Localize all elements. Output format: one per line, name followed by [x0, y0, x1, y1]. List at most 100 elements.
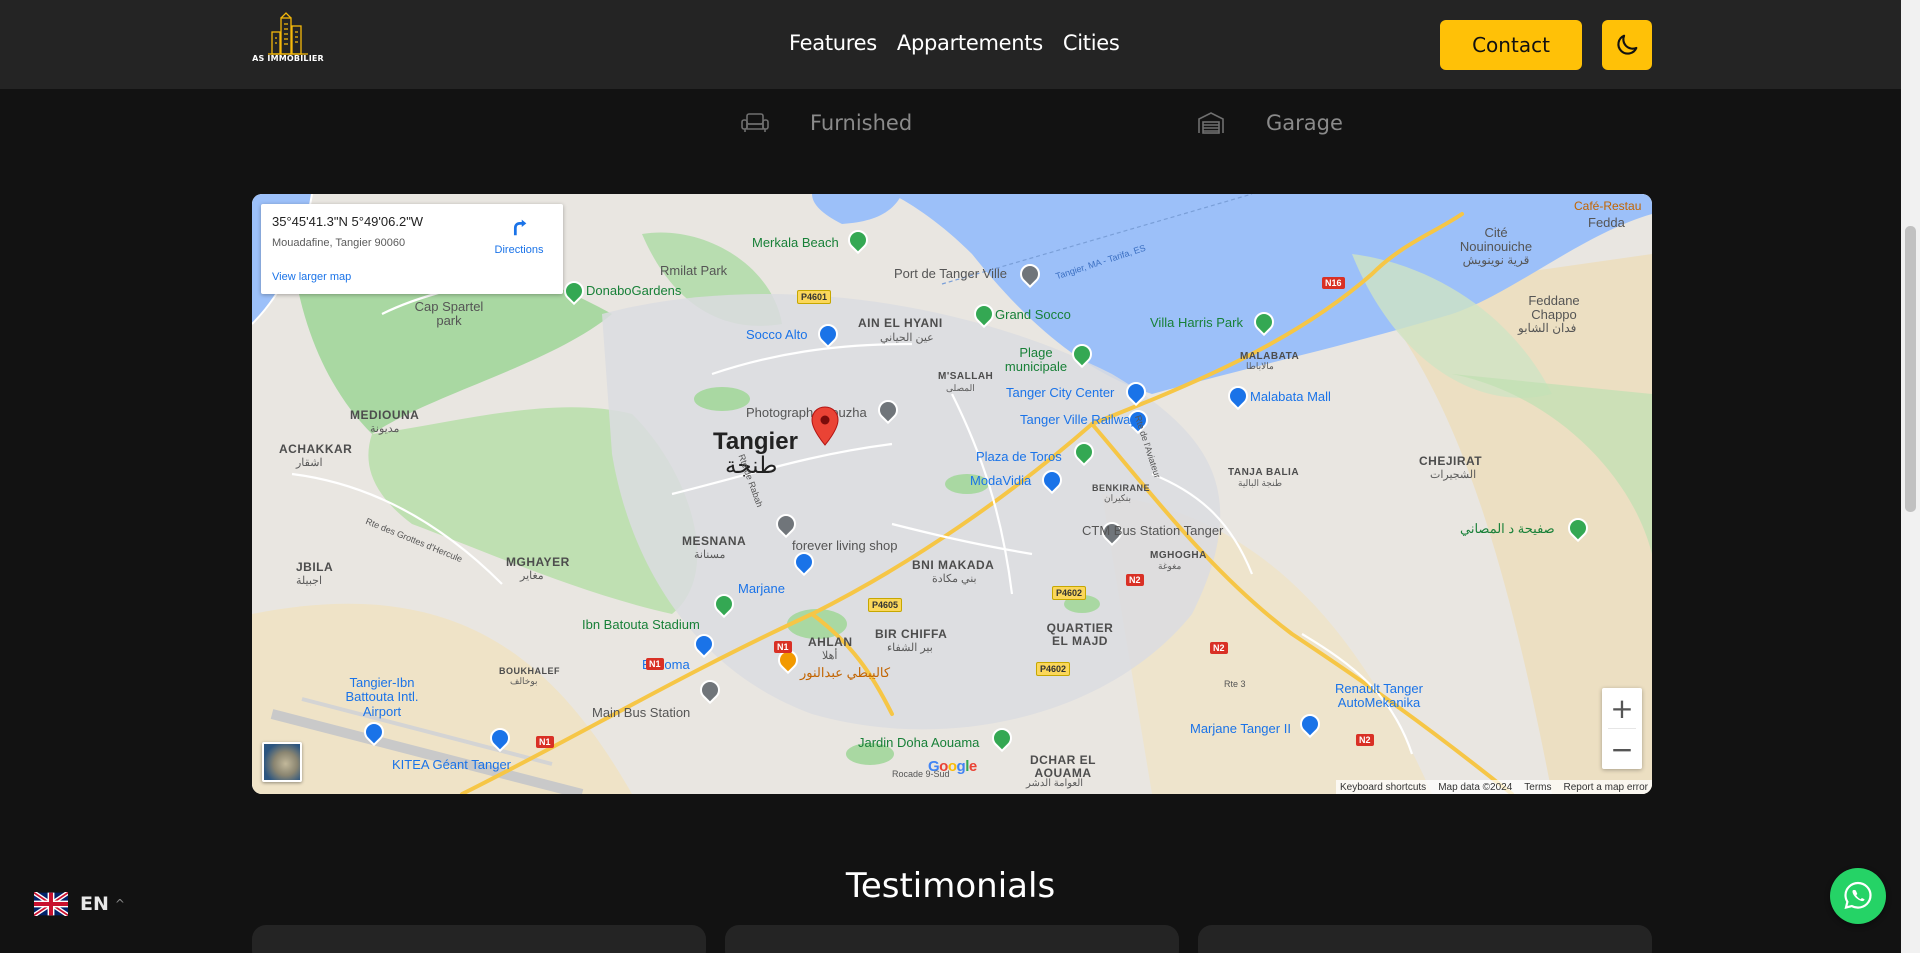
poi-label[interactable]: Cité Nouinouiche [1456, 225, 1536, 255]
site-header: AS IMMOBILIER Features Appartements Citi… [0, 0, 1901, 89]
whatsapp-button[interactable] [1830, 868, 1886, 924]
map-area-label: MGHAYER [506, 555, 570, 569]
poi-label[interactable]: كاليبطي عبدالنور [800, 665, 890, 680]
poi-label[interactable]: Rmilat Park [660, 263, 727, 278]
testimonial-card [1198, 925, 1652, 953]
directions-button[interactable]: Directions [489, 216, 549, 256]
poi-label[interactable]: صفيحة د المصاني [1460, 521, 1555, 536]
poi-label[interactable]: Tanger City Center [1006, 385, 1114, 400]
poi-label[interactable]: قرية نوينويش [1460, 253, 1532, 267]
garage-icon [1196, 110, 1226, 136]
poi-label[interactable]: Socco Alto [746, 327, 807, 342]
map-area-label-ar: بير الشفاء [887, 642, 933, 654]
poi-label[interactable]: فدان الشابو [1518, 321, 1576, 335]
scrollbar-thumb[interactable] [1905, 226, 1916, 512]
road-badge: P4605 [868, 598, 903, 612]
map-area-label: QUARTIER EL MAJD [1046, 621, 1114, 649]
contact-button[interactable]: Contact [1440, 20, 1582, 70]
map-area-label-ar: اشقار [296, 457, 323, 469]
directions-label: Directions [494, 244, 544, 256]
map-area-label: MEDIOUNA [350, 408, 420, 422]
view-larger-map-link[interactable]: View larger map [272, 271, 351, 283]
map-area-label: TANJA BALIA [1228, 467, 1300, 478]
poi-label[interactable]: Tangier-Ibn Battouta Intl. Airport [342, 675, 422, 719]
theme-toggle-button[interactable] [1602, 20, 1652, 70]
poi-label[interactable]: forever living shop [792, 538, 898, 553]
poi-label[interactable]: ModaVidia [970, 473, 1031, 488]
poi-label[interactable]: Plage municipale [1000, 345, 1072, 375]
map-coordinates: 35°45'41.3"N 5°49'06.2"W [272, 214, 424, 229]
map-address: Mouadafine, Tangier 90060 [272, 237, 406, 249]
terms-link[interactable]: Terms [1524, 782, 1551, 793]
location-marker-icon[interactable] [811, 406, 839, 446]
map-area-label-ar: بنكيران [1104, 493, 1131, 503]
poi-label[interactable]: Marjane [738, 581, 785, 596]
whatsapp-icon [1844, 881, 1872, 909]
moon-icon [1617, 34, 1638, 55]
map-area-label: ACHAKKAR [279, 442, 353, 456]
poi-label[interactable]: CTM Bus Station Tanger [1082, 523, 1223, 538]
nav-appartements[interactable]: Appartements [897, 31, 1043, 55]
language-switcher[interactable]: EN ^ [34, 892, 125, 916]
poi-label[interactable]: Café-Restau [1574, 199, 1641, 213]
road-badge: N1 [536, 736, 554, 748]
poi-label[interactable]: Plaza de Toros [976, 449, 1062, 464]
poi-label[interactable]: Cap Spartel park [414, 299, 484, 329]
road-badge: N16 [1322, 277, 1345, 289]
map-area-label-ar: بوخالف [510, 676, 538, 686]
map-area-label: AHLAN [808, 635, 853, 649]
zoom-in-button[interactable]: + [1602, 688, 1642, 728]
main-nav: Features Appartements Cities [789, 31, 1120, 55]
poi-label[interactable]: Port de Tanger Ville [894, 266, 1007, 281]
report-error-link[interactable]: Report a map error [1564, 782, 1648, 793]
nav-cities[interactable]: Cities [1063, 31, 1120, 55]
zoom-control: + − [1602, 688, 1642, 769]
poi-label[interactable]: DonaboGardens [586, 283, 681, 298]
poi-label[interactable]: Feddane Chappo [1520, 293, 1588, 323]
language-code: EN [80, 893, 109, 915]
zoom-out-button[interactable]: − [1602, 729, 1642, 769]
map-area-label-ar: بني مكادة [932, 573, 977, 585]
building-logo-icon [268, 12, 308, 55]
logo[interactable]: AS IMMOBILIER [252, 12, 324, 72]
map-area-label: BNI MAKADA [912, 558, 995, 572]
map-area-label: JBILA [296, 560, 334, 574]
road-badge: N2 [1356, 734, 1374, 746]
map-area-label-ar: عين الحياني [880, 332, 934, 344]
poi-label[interactable]: Villa Harris Park [1150, 315, 1243, 330]
keyboard-shortcuts-link[interactable]: Keyboard shortcuts [1340, 782, 1426, 793]
poi-label[interactable]: Malabata Mall [1250, 389, 1331, 404]
logo-text: AS IMMOBILIER [252, 54, 324, 63]
poi-label[interactable]: Tanger Ville Railway [1020, 412, 1137, 427]
poi-label[interactable]: Marjane Tanger II [1190, 721, 1291, 736]
map-area-label-ar: مسنانة [694, 549, 726, 561]
map-area-label-ar: مالاباطا [1246, 361, 1274, 371]
location-map[interactable]: Tangier طنجة AIN EL HYANI عين الحياني M'… [252, 194, 1652, 794]
poi-label[interactable]: Photographe nouzha [746, 405, 867, 420]
testimonial-card [252, 925, 706, 953]
map-area-label: AIN EL HYANI [858, 316, 943, 330]
page-scrollbar[interactable] [1901, 0, 1920, 953]
map-area-label: DCHAR EL AOUAMA [1030, 753, 1096, 781]
map-data-link[interactable]: Map data ©2024 [1438, 782, 1512, 793]
poi-label[interactable]: Fedda [1588, 215, 1625, 230]
poi-label[interactable]: Renault Tanger AutoMekanika [1324, 681, 1434, 711]
poi-label[interactable]: Ibn Batouta Stadium [582, 617, 700, 632]
poi-label[interactable]: Jardin Doha Aouama [858, 735, 979, 750]
satellite-toggle[interactable] [262, 742, 302, 782]
map-area-label-ar: مغوغة [1158, 561, 1182, 571]
poi-label[interactable]: Grand Socco [995, 307, 1071, 322]
google-logo: Google [928, 758, 977, 775]
poi-label[interactable]: KITEA Géant Tanger [392, 757, 511, 772]
road-badge: P4602 [1036, 662, 1071, 676]
map-area-label: MESNANA [682, 534, 747, 548]
poi-label[interactable]: Main Bus Station [592, 705, 690, 720]
sofa-icon [740, 110, 770, 136]
map-area-label-ar: المصلى [946, 383, 975, 393]
map-area-label: CHEJIRAT [1419, 454, 1483, 468]
nav-features[interactable]: Features [789, 31, 877, 55]
map-area-label: M'SALLAH [938, 371, 994, 382]
map-area-label: BIR CHIFFA [875, 627, 948, 641]
poi-label[interactable]: Merkala Beach [752, 235, 839, 250]
directions-icon [513, 219, 527, 236]
